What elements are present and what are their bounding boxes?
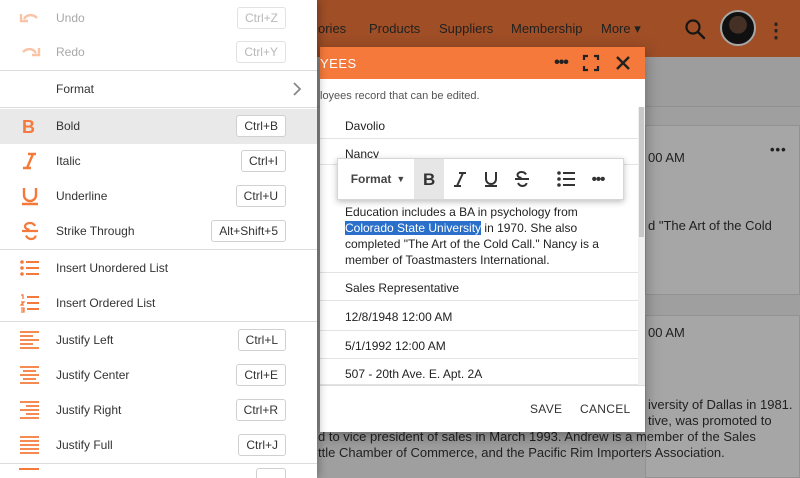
- menu-item-justify-full-label: Justify Full: [56, 438, 113, 452]
- menu-item-justify-right[interactable]: Justify Right Ctrl+R: [0, 393, 317, 428]
- dialog-footer: SAVE CANCEL: [320, 385, 645, 432]
- justify-full-icon: [20, 436, 39, 454]
- menu-item-italic[interactable]: Italic Ctrl+I: [0, 144, 317, 179]
- underline-icon: [485, 172, 497, 187]
- notes-text[interactable]: Education includes a BA in psychology fr…: [345, 204, 615, 268]
- justify-center-icon: [20, 366, 39, 384]
- strikethrough-icon: [22, 221, 38, 241]
- menu-item-ordered-list[interactable]: Insert Ordered List: [0, 286, 317, 321]
- next-item-icon-partial: [19, 468, 39, 470]
- bold-shortcut-badge: Ctrl+B: [236, 115, 286, 137]
- menu-item-unordered-list-label: Insert Unordered List: [56, 261, 169, 275]
- field-title[interactable]: Sales Representative: [320, 273, 638, 301]
- menu-separator: [0, 463, 317, 464]
- birth-date-value: 12/8/1948 12:00 AM: [345, 310, 453, 324]
- dialog-subtitle: loyees record that can be edited.: [320, 90, 480, 102]
- menu-item-redo[interactable]: Redo Ctrl+Y: [0, 35, 317, 70]
- italic-shortcut-badge: Ctrl+I: [240, 150, 286, 172]
- redo-shortcut-badge: Ctrl+Y: [236, 41, 286, 63]
- caret-down-icon: ▼: [396, 174, 406, 184]
- menu-item-justify-center[interactable]: Justify Center Ctrl+E: [0, 358, 317, 393]
- format-dropdown[interactable]: Format ▼: [344, 159, 412, 199]
- menu-item-underline[interactable]: Underline Ctrl+U: [0, 179, 317, 214]
- menu-item-format[interactable]: Format: [0, 72, 317, 107]
- menu-separator: [0, 249, 317, 250]
- justify-left-icon: [20, 331, 39, 349]
- last-name-value: Davolio: [345, 119, 386, 133]
- ordered-list-icon: [19, 294, 39, 313]
- field-hire-date[interactable]: 5/1/1992 12:00 AM: [320, 331, 638, 359]
- menu-item-redo-label: Redo: [56, 45, 85, 59]
- menu-separator: [0, 107, 317, 108]
- menu-item-italic-label: Italic: [56, 154, 81, 168]
- justify-full-shortcut-badge: Ctrl+J: [238, 434, 286, 456]
- redo-icon: [22, 47, 41, 57]
- toolbar-unordered-list-button[interactable]: [552, 159, 580, 199]
- format-dropdown-label: Format: [350, 172, 392, 186]
- menu-item-strikethrough-label: Strike Through: [56, 224, 135, 238]
- floating-format-toolbar: Format ▼ B •••: [337, 158, 624, 200]
- toolbar-strikethrough-button[interactable]: [508, 159, 536, 199]
- justify-right-shortcut-badge: Ctrl+R: [235, 399, 286, 421]
- dialog-more-icon[interactable]: •••: [549, 51, 573, 75]
- notes-selected-text: Colorado State University: [345, 221, 482, 235]
- notes-text-before: Education includes a BA in psychology fr…: [345, 205, 578, 219]
- underline-icon: [22, 188, 38, 206]
- field-birth-date[interactable]: 12/8/1948 12:00 AM: [320, 301, 638, 331]
- unordered-list-icon: [557, 171, 575, 187]
- menu-item-justify-right-label: Justify Right: [56, 403, 122, 417]
- menu-item-underline-label: Underline: [56, 189, 108, 203]
- format-context-menu: Undo Ctrl+Z Redo Ctrl+Y Format B Bold Ct…: [0, 0, 317, 478]
- menu-item-unordered-list[interactable]: Insert Unordered List: [0, 251, 317, 286]
- menu-item-justify-center-label: Justify Center: [56, 368, 130, 382]
- underline-shortcut-badge: Ctrl+U: [235, 185, 286, 207]
- strikethrough-shortcut-badge: Alt+Shift+5: [211, 220, 286, 242]
- menu-item-undo-label: Undo: [56, 11, 85, 25]
- svg-text:B: B: [22, 117, 35, 136]
- justify-right-icon: [20, 401, 39, 419]
- toolbar-underline-button[interactable]: [477, 159, 505, 199]
- strikethrough-icon: [515, 170, 529, 188]
- menu-item-format-label: Format: [56, 82, 95, 96]
- title-value: Sales Representative: [345, 281, 460, 295]
- unordered-list-icon: [20, 260, 39, 276]
- justify-left-shortcut-badge: Ctrl+L: [237, 329, 286, 351]
- menu-item-ordered-list-label: Insert Ordered List: [56, 296, 156, 310]
- bold-icon: B: [423, 170, 435, 188]
- italic-icon: [23, 152, 36, 170]
- menu-item-justify-left[interactable]: Justify Left Ctrl+L: [0, 323, 317, 358]
- svg-text:B: B: [423, 170, 435, 188]
- close-icon[interactable]: [611, 51, 635, 75]
- dialog-title: YEES: [320, 56, 357, 71]
- field-last-name[interactable]: Davolio: [320, 107, 638, 139]
- italic-icon: [454, 172, 466, 187]
- scrollbar-thumb[interactable]: [639, 107, 644, 237]
- menu-item-justify-left-label: Justify Left: [56, 333, 114, 347]
- address-value: 507 - 20th Ave. E. Apt. 2A: [345, 367, 483, 381]
- chevron-right-icon: [293, 82, 302, 96]
- edit-employee-dialog: YEES ••• loyees record that can be edite…: [320, 47, 645, 432]
- menu-separator: [0, 70, 317, 71]
- menu-item-justify-full[interactable]: Justify Full Ctrl+J: [0, 428, 317, 463]
- dialog-header: YEES •••: [320, 47, 645, 79]
- menu-separator: [0, 321, 317, 322]
- bold-icon: B: [22, 117, 35, 136]
- dialog-scrollbar[interactable]: [638, 107, 645, 385]
- save-button[interactable]: SAVE: [530, 402, 562, 416]
- toolbar-italic-button[interactable]: [446, 159, 474, 199]
- toolbar-bold-button[interactable]: B: [414, 159, 444, 199]
- menu-item-bold-label: Bold: [56, 119, 81, 133]
- justify-center-shortcut-badge: Ctrl+E: [236, 364, 286, 386]
- menu-item-bold[interactable]: B Bold Ctrl+B: [0, 109, 317, 144]
- undo-icon: [19, 13, 38, 23]
- next-shortcut-badge-partial: [256, 468, 286, 478]
- menu-item-undo[interactable]: Undo Ctrl+Z: [0, 1, 317, 36]
- field-address[interactable]: 507 - 20th Ave. E. Apt. 2A: [320, 359, 638, 385]
- undo-shortcut-badge: Ctrl+Z: [237, 7, 286, 29]
- fullscreen-icon[interactable]: [579, 51, 603, 75]
- cancel-button[interactable]: CANCEL: [580, 402, 630, 416]
- hire-date-value: 5/1/1992 12:00 AM: [345, 339, 446, 353]
- menu-item-strikethrough[interactable]: Strike Through Alt+Shift+5: [0, 214, 317, 249]
- toolbar-more-icon[interactable]: •••: [584, 159, 612, 199]
